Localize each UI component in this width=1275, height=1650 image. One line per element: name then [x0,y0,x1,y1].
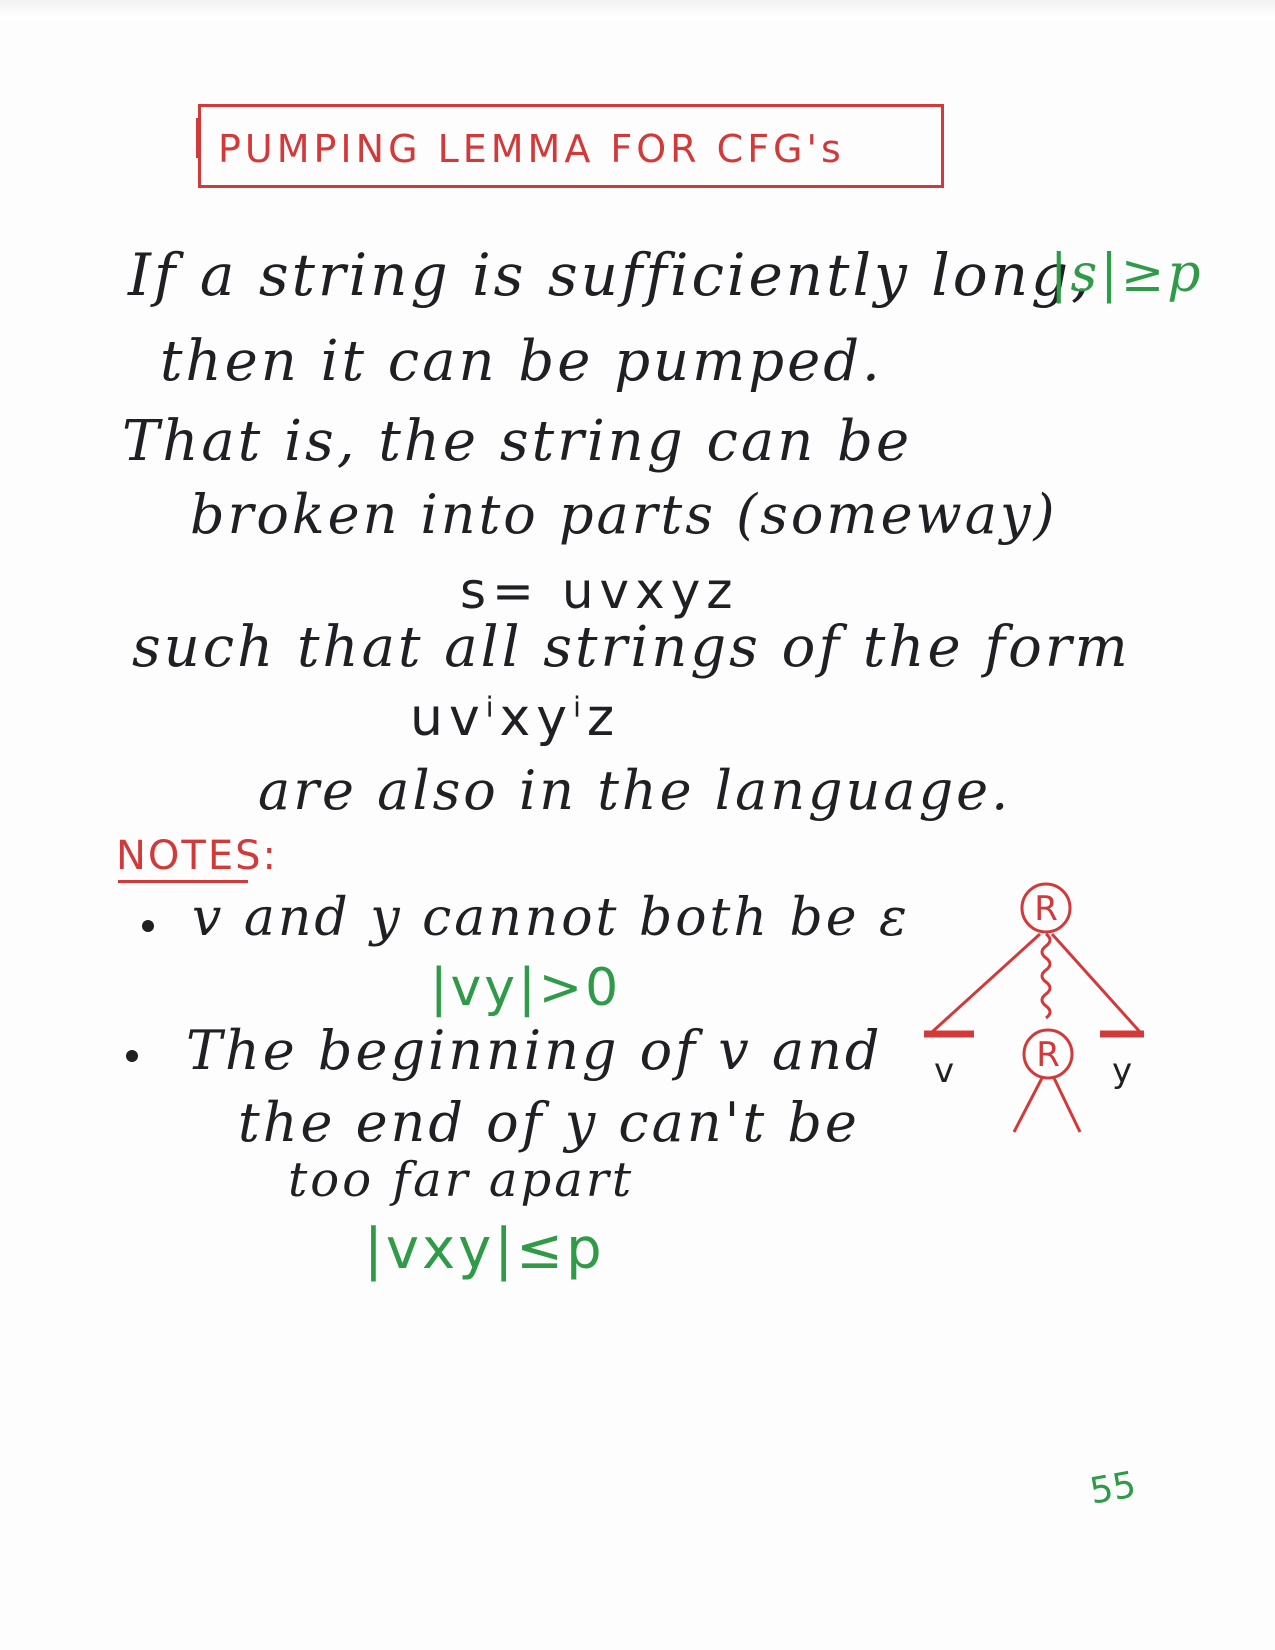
bullet-dot [126,1050,138,1062]
pumped-form-part: z [586,688,621,748]
tree-right-edge [1050,932,1142,1034]
note-2-line-2: the end of y can't be [238,1091,860,1154]
pumped-form-exponent: i [485,690,500,724]
inner-left-edge [1012,1077,1044,1133]
bullet-dot [142,920,154,932]
tree-left-edge [930,932,1042,1034]
inner-right-edge [1052,1077,1082,1133]
tree-derivation-path [1040,932,1052,1020]
tree-top-node-label: R [1034,889,1058,929]
pumped-form-exponent: i [573,690,587,724]
tree-inner-node-label: R [1036,1035,1060,1075]
note-2-condition: |vxy|≤p [364,1217,605,1282]
tree-inner-node: R [1022,1028,1074,1080]
notes-heading: NOTES: [116,833,278,879]
body-line-4: broken into parts (someway) [190,483,1058,546]
body-line-6: such that all strings of the form [132,615,1131,680]
body-line-2: then it can be pumped. [160,329,883,394]
note-2-line-1: The beginning of v and [186,1019,883,1082]
pumped-form-part: uv [410,688,486,748]
note-2-line-3: too far apart [288,1152,635,1208]
body-line-8: are also in the language. [258,759,1012,822]
tree-top-node: R [1020,882,1072,934]
page-number: 55 [1086,1464,1140,1513]
page-title: PUMPING LEMMA FOR CFG's [218,127,845,171]
notes-underline [118,880,248,883]
note-1-condition: |vy|>0 [430,958,622,1018]
decomposition-formula: s= uvxyz [460,562,739,620]
notes-page: PUMPING LEMMA FOR CFG's If a string is s… [0,0,1275,1650]
pumped-form: uvixyiz [410,692,620,744]
parse-tree-diagram: R R v y [924,882,1144,1133]
scan-edge [0,0,1275,18]
note-1: v and y cannot both be ε [192,888,910,948]
body-line-3: That is, the string can be [122,409,913,474]
pumped-form-part: xy [499,688,574,748]
title-tick-mark [196,118,199,158]
tree-y-label: y [1112,1051,1132,1091]
tree-v-label: v [934,1051,954,1091]
length-condition: |s|≥p [1050,244,1204,304]
body-line-1: If a string is sufficiently long, [128,241,1093,309]
